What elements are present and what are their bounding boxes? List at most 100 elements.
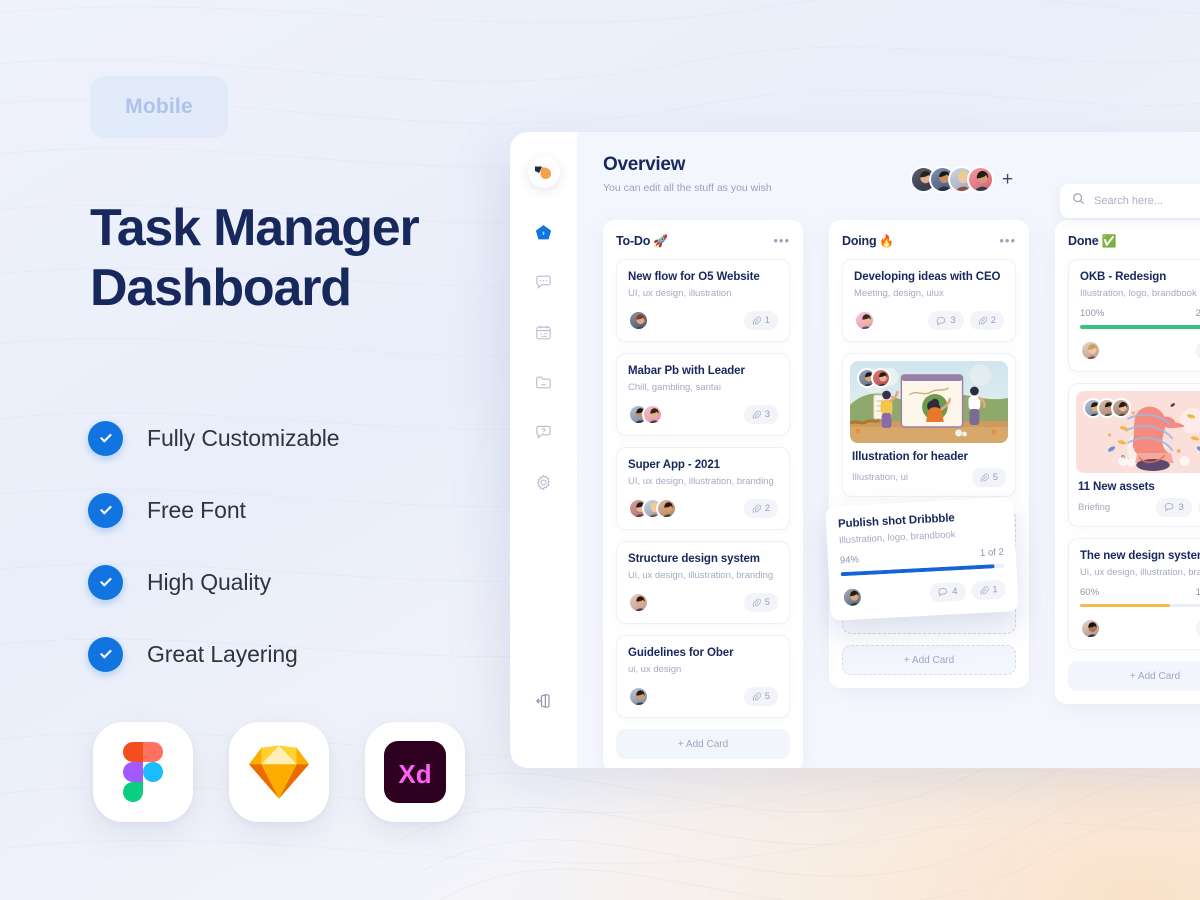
- task-card-media[interactable]: Illustration for header Illustration, ui…: [842, 353, 1016, 497]
- feature-list: Fully Customizable Free Font High Qualit…: [88, 402, 508, 690]
- card-tags: Ui, ux design, illustration, branding: [1080, 566, 1200, 578]
- board-header: Overview You can edit all the stuff as y…: [603, 154, 1200, 218]
- attachment-chip[interactable]: 3: [743, 405, 778, 424]
- sketch-icon: [229, 722, 329, 822]
- attachment-count: 5: [764, 691, 770, 702]
- card-avatars: [1080, 618, 1101, 639]
- attachment-count: 1: [992, 583, 998, 595]
- avatar: [871, 368, 891, 388]
- progress-count: 1 of 2: [979, 546, 1005, 559]
- column-doing: Doing 🔥 ••• Developing ideas with CEO Mee…: [825, 220, 1029, 688]
- logout-button[interactable]: [527, 686, 561, 720]
- comment-chip[interactable]: 3: [928, 311, 964, 330]
- card-tags: UI, ux design, illustration, branding: [628, 476, 774, 487]
- avatar: [628, 592, 649, 613]
- check-icon: [88, 420, 123, 456]
- comment-count: 3: [950, 315, 956, 326]
- task-card[interactable]: Super App - 2021 UI, ux design, illustra…: [616, 447, 790, 530]
- attachment-chip[interactable]: 1: [743, 311, 778, 330]
- progress-count: 21 of 21: [1195, 308, 1200, 319]
- attachment-count: 5: [992, 472, 998, 483]
- task-card[interactable]: Mabar Pb with Leader Chill, gambling, sa…: [616, 353, 790, 436]
- task-card[interactable]: Developing ideas with CEO Meeting, desig…: [842, 259, 1016, 342]
- attachment-chip[interactable]: 1: [970, 579, 1007, 600]
- card-meta: 1: [1195, 619, 1200, 638]
- column-menu-button[interactable]: •••: [999, 234, 1016, 247]
- attachment-chip[interactable]: 1: [1195, 619, 1200, 638]
- add-member-button[interactable]: +: [1002, 170, 1013, 189]
- card-tags: Illustration, ui: [852, 472, 908, 483]
- attachment-count: 1: [764, 315, 770, 326]
- sidebar-item-settings[interactable]: [527, 468, 561, 502]
- column-header: To-Do 🚀 •••: [616, 234, 790, 248]
- card-meta: 2: [743, 499, 778, 518]
- sidebar-item-help[interactable]: [527, 418, 561, 452]
- add-card-button[interactable]: + Add Card: [842, 645, 1016, 675]
- attachment-count: 2: [764, 503, 770, 514]
- attachment-chip[interactable]: 2: [969, 311, 1004, 330]
- attachment-count: 2: [990, 315, 996, 326]
- card-title: 11 New assets: [1078, 480, 1155, 493]
- search-placeholder: Search here...: [1094, 195, 1164, 207]
- avatar: [854, 310, 875, 331]
- task-card[interactable]: Structure design system Ui, ux design, i…: [616, 541, 790, 624]
- attachment-chip[interactable]: 2: [743, 499, 778, 518]
- dragging-task-card[interactable]: Publish shot Dribbble Illustration, logo…: [825, 497, 1019, 621]
- overview-subtitle: You can edit all the stuff as you wish: [603, 182, 772, 194]
- card-tags: Meeting, design, uiux: [854, 288, 944, 299]
- attachment-chip[interactable]: 5: [743, 593, 778, 612]
- attachment-chip[interactable]: 5: [743, 687, 778, 706]
- task-card-media[interactable]: 11 New assets Briefing 3 2: [1068, 382, 1200, 527]
- check-mark-emoji-icon: ✅: [1101, 234, 1117, 248]
- column-title: Done ✅: [1068, 234, 1116, 248]
- card-title: Mabar Pb with Leader: [628, 365, 745, 377]
- column-title-text: Doing: [842, 234, 877, 248]
- comment-chip[interactable]: 4: [929, 581, 966, 603]
- tool-badges: Xd: [93, 722, 465, 822]
- progress-bar: [1080, 603, 1200, 607]
- card-tags: Ui, ux design, illustration, branding: [628, 570, 774, 581]
- attachment-count: 3: [764, 409, 770, 420]
- avatar: [656, 498, 677, 519]
- card-avatars: [1083, 397, 1131, 418]
- sidebar-item-messages[interactable]: [527, 268, 561, 302]
- card-avatars: [628, 498, 677, 519]
- attachment-chip[interactable]: 5: [971, 468, 1006, 487]
- column-menu-button[interactable]: •••: [773, 234, 790, 247]
- headline-line-2: Dashboard: [90, 259, 352, 318]
- column-title-text: To-Do: [616, 234, 651, 248]
- add-card-button[interactable]: + Add Card: [616, 729, 790, 759]
- add-card-button[interactable]: + Add Card: [1068, 661, 1200, 691]
- task-card[interactable]: OKB - Redesign Illustration, logo, brand…: [1068, 259, 1200, 372]
- task-card[interactable]: New flow for O5 Website UI, ux design, i…: [616, 259, 790, 342]
- column-header: Done✅ •••: [1068, 234, 1200, 248]
- sidebar-item-files[interactable]: [527, 368, 561, 402]
- card-meta: 3: [743, 405, 778, 424]
- sidebar-item-calendar[interactable]: [527, 318, 561, 352]
- column-done: Done✅ ••• OKB - Redesign Illustration, l…: [1055, 220, 1200, 704]
- brand-logo-icon[interactable]: [527, 156, 560, 188]
- attachment-chip[interactable]: 1: [1195, 340, 1200, 360]
- mobile-badge-label: Mobile: [125, 95, 193, 118]
- search-input[interactable]: Search here...: [1060, 184, 1200, 218]
- card-title: Structure design system: [628, 553, 760, 565]
- gear-icon: [534, 473, 553, 497]
- overview-title: Overview: [603, 154, 686, 175]
- task-card[interactable]: The new design system Ui, ux design, ill…: [1068, 537, 1200, 650]
- promo-panel: Mobile Task Manager Dashboard Fully Cust…: [0, 0, 520, 900]
- check-icon: [88, 564, 123, 600]
- member-avatar-4[interactable]: [967, 166, 994, 193]
- task-card[interactable]: Guidelines for Ober ui, ux design 5: [616, 635, 790, 718]
- board-columns: To-Do 🚀 ••• New flow for O5 Website UI, u…: [603, 220, 1200, 768]
- comment-chip[interactable]: 3: [1156, 497, 1192, 517]
- card-meta: 5: [743, 593, 778, 612]
- card-avatars: [628, 686, 649, 707]
- check-icon: [88, 492, 123, 528]
- card-meta: 4 1: [929, 579, 1007, 603]
- column-title: Doing 🔥: [842, 234, 894, 248]
- card-meta: 1: [743, 311, 778, 330]
- progress-bar: [1080, 325, 1200, 329]
- card-tags: Illustration, logo, brandbook: [838, 529, 956, 547]
- card-tags: Illustration, logo, brandbook: [1080, 288, 1197, 299]
- sidebar-item-home[interactable]: [527, 218, 561, 252]
